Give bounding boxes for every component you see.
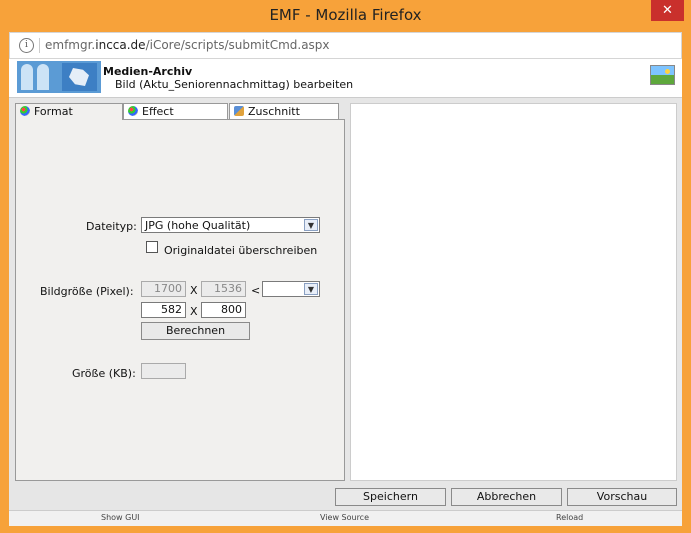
url-path: /iCore/scripts/submitCmd.aspx bbox=[145, 38, 330, 52]
title-bar: EMF - Mozilla Firefox ✕ bbox=[0, 0, 691, 32]
url-separator bbox=[39, 38, 40, 53]
logo-arch-left bbox=[21, 64, 33, 90]
info-icon[interactable]: i bbox=[19, 38, 34, 53]
new-height-field[interactable]: 800 bbox=[201, 302, 246, 318]
original-width-field: 1700 bbox=[141, 281, 186, 297]
original-height-field: 1536 bbox=[201, 281, 246, 297]
header-subtitle: Bild (Aktu_Seniorennachmittag) bearbeite… bbox=[115, 78, 354, 91]
overwrite-label: Originaldatei überschreiben bbox=[164, 244, 318, 257]
page-content: Medien-Archiv Bild (Aktu_Seniorennachmit… bbox=[9, 59, 682, 526]
close-button[interactable]: ✕ bbox=[651, 0, 684, 21]
media-archive-logo bbox=[17, 61, 101, 93]
palette-icon bbox=[128, 106, 138, 116]
window-title: EMF - Mozilla Firefox bbox=[269, 6, 422, 24]
less-than-separator: < bbox=[251, 284, 261, 297]
tab-format-label: Format bbox=[34, 105, 73, 118]
tab-format[interactable]: Format bbox=[15, 103, 123, 120]
tab-crop[interactable]: Zuschnitt bbox=[229, 103, 339, 119]
size-preset-select[interactable]: ▼ bbox=[262, 281, 320, 297]
browser-window: EMF - Mozilla Firefox ✕ i emfmgr.incca.d… bbox=[0, 0, 691, 533]
url-host-prefix: emfmgr. bbox=[45, 38, 96, 52]
tab-effect-label: Effect bbox=[142, 105, 174, 118]
overwrite-checkbox[interactable] bbox=[146, 241, 158, 253]
url-host-domain: incca.de bbox=[95, 38, 146, 52]
filetype-label: Dateityp: bbox=[86, 220, 137, 233]
image-icon[interactable] bbox=[650, 65, 675, 85]
size-x-separator-2: X bbox=[190, 305, 198, 318]
tab-effect[interactable]: Effect bbox=[123, 103, 228, 119]
view-source-link[interactable]: View Source bbox=[320, 513, 369, 522]
logo-arch-right bbox=[37, 64, 49, 90]
cancel-button[interactable]: Abbrechen bbox=[451, 488, 562, 506]
preview-area bbox=[350, 103, 677, 481]
palette-icon bbox=[20, 106, 30, 116]
filetype-select[interactable]: JPG (hohe Qualität) ▼ bbox=[141, 217, 320, 233]
imagesize-label: Bildgröße (Pixel): bbox=[40, 285, 134, 298]
tab-crop-label: Zuschnitt bbox=[248, 105, 300, 118]
header-title: Medien-Archiv bbox=[103, 65, 193, 78]
save-button[interactable]: Speichern bbox=[335, 488, 446, 506]
new-width-field[interactable]: 582 bbox=[141, 302, 186, 318]
app-header: Medien-Archiv Bild (Aktu_Seniorennachmit… bbox=[9, 59, 682, 98]
chevron-down-icon[interactable]: ▼ bbox=[304, 219, 318, 231]
reload-link[interactable]: Reload bbox=[556, 513, 583, 522]
format-panel: Dateityp: JPG (hohe Qualität) ▼ Original… bbox=[15, 119, 345, 481]
preview-button[interactable]: Vorschau bbox=[567, 488, 677, 506]
show-gui-link[interactable]: Show GUI bbox=[101, 513, 140, 522]
filetype-select-value: JPG (hohe Qualität) bbox=[145, 219, 251, 232]
url-bar[interactable]: i emfmgr.incca.de/iCore/scripts/submitCm… bbox=[9, 32, 682, 59]
image-icon-sun bbox=[665, 69, 670, 74]
chevron-down-icon[interactable]: ▼ bbox=[304, 283, 318, 295]
size-kb-label: Größe (KB): bbox=[72, 367, 136, 380]
size-x-separator: X bbox=[190, 284, 198, 297]
crop-icon bbox=[234, 106, 244, 116]
size-kb-field bbox=[141, 363, 186, 379]
calculate-button[interactable]: Berechnen bbox=[141, 322, 250, 340]
debug-footer: Show GUI View Source Reload bbox=[9, 510, 682, 526]
url-text[interactable]: emfmgr.incca.de/iCore/scripts/submitCmd.… bbox=[45, 38, 330, 52]
